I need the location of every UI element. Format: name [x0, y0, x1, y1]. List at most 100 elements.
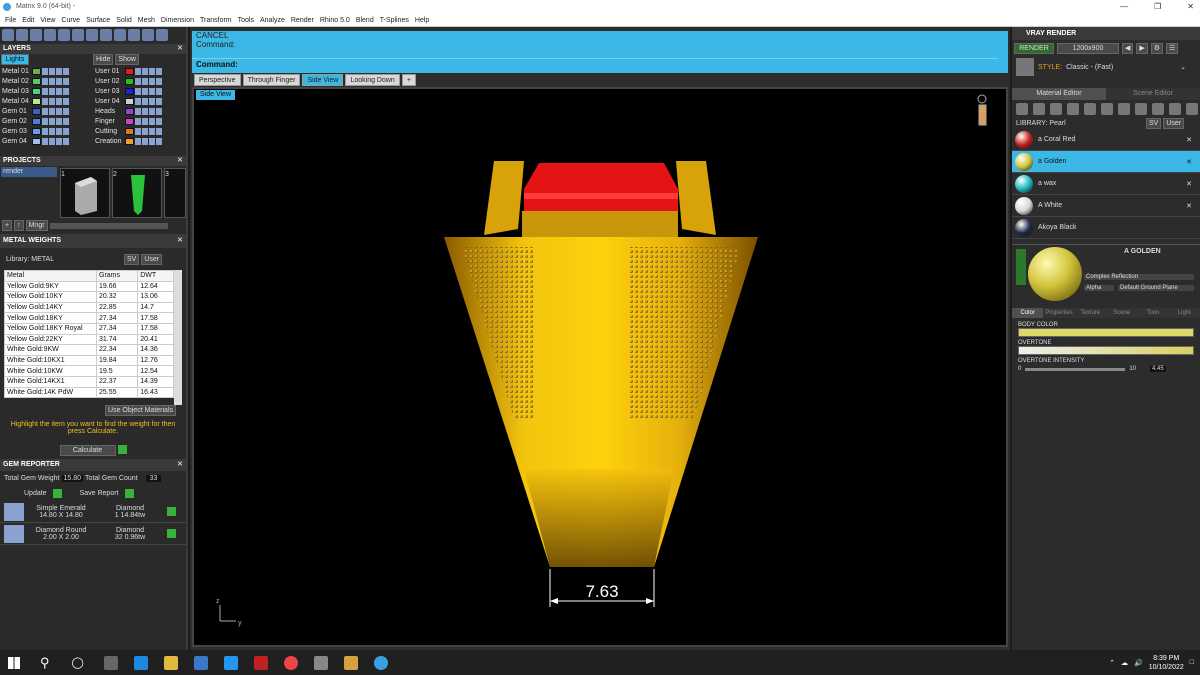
- layer-color-swatch[interactable]: [32, 87, 41, 95]
- layer-color-swatch[interactable]: [32, 117, 41, 125]
- layer-select-icon[interactable]: [56, 107, 62, 115]
- material-item[interactable]: a Coral Red ✕: [1012, 129, 1200, 151]
- tab-view[interactable]: Through Finger: [242, 74, 301, 86]
- chevron-down-icon[interactable]: ⌄: [1180, 63, 1186, 71]
- layer-select-icon[interactable]: [56, 87, 62, 95]
- gem-row[interactable]: Diamond Round 2.00 X 2.00 Diamond 32 0.96tw: [0, 523, 186, 545]
- calculate-button[interactable]: Calculate: [59, 445, 116, 456]
- tab-color[interactable]: Color: [1012, 308, 1044, 318]
- store-icon[interactable]: [193, 655, 208, 670]
- layer-option-icon[interactable]: [63, 97, 69, 105]
- rhino-icon[interactable]: [313, 655, 328, 670]
- material-tool-icon[interactable]: [1067, 102, 1079, 115]
- column-header[interactable]: DWT: [137, 270, 174, 282]
- toolbar-icon[interactable]: [58, 29, 70, 41]
- table-scrollbar[interactable]: [174, 270, 182, 405]
- material-tool-icon[interactable]: [1033, 102, 1045, 115]
- layer-row[interactable]: Gem 02: [0, 116, 93, 126]
- layer-option-icon[interactable]: [63, 127, 69, 135]
- layer-option-icon[interactable]: [63, 67, 69, 75]
- app-icon[interactable]: [253, 655, 268, 670]
- overtone-slider[interactable]: [1018, 346, 1194, 355]
- layer-color-swatch[interactable]: [125, 67, 134, 75]
- layer-option-icon[interactable]: [156, 87, 162, 95]
- matrix-icon[interactable]: [373, 655, 388, 670]
- material-tool-icon[interactable]: [1169, 102, 1181, 115]
- layer-select-icon[interactable]: [56, 97, 62, 105]
- task-view-icon[interactable]: ◯: [72, 656, 84, 669]
- layer-row[interactable]: Gem 01: [0, 106, 93, 116]
- layer-option-icon[interactable]: [63, 77, 69, 85]
- alpha-field[interactable]: Alpha: [1084, 285, 1114, 291]
- lock-icon[interactable]: [49, 127, 55, 135]
- project-item[interactable]: render: [1, 167, 57, 177]
- layer-row[interactable]: Heads: [93, 106, 186, 116]
- prev-icon[interactable]: ◀: [1122, 42, 1134, 54]
- menu-item[interactable]: Tools: [235, 14, 257, 26]
- tab-view[interactable]: Side View: [302, 74, 344, 86]
- remove-icon[interactable]: ✕: [1186, 136, 1192, 144]
- layer-row[interactable]: Gem 04: [0, 136, 93, 146]
- table-row[interactable]: White Gold:14KX1 22.37 14.39: [4, 375, 174, 388]
- lock-icon[interactable]: [142, 117, 148, 125]
- menu-item[interactable]: Transform: [197, 14, 235, 26]
- table-row[interactable]: Yellow Gold:9KY 19.66 12.64: [4, 280, 174, 293]
- layer-option-icon[interactable]: [156, 127, 162, 135]
- layer-row[interactable]: Creation: [93, 136, 186, 146]
- project-thumb[interactable]: 2: [112, 168, 162, 218]
- remove-icon[interactable]: ✕: [1186, 202, 1192, 210]
- windows-start-icon[interactable]: [8, 656, 20, 669]
- menu-item[interactable]: Mesh: [135, 14, 158, 26]
- chrome-icon[interactable]: [283, 655, 298, 670]
- close-icon[interactable]: ✕: [1187, 0, 1194, 14]
- light-icon[interactable]: [977, 94, 987, 126]
- layer-row[interactable]: Finger: [93, 116, 186, 126]
- layer-row[interactable]: User 04: [93, 96, 186, 106]
- remove-icon[interactable]: ✕: [1186, 180, 1192, 188]
- menu-item[interactable]: Solid: [113, 14, 135, 26]
- lock-icon[interactable]: [142, 107, 148, 115]
- toolbar-icon[interactable]: [114, 29, 126, 41]
- layer-option-icon[interactable]: [63, 137, 69, 145]
- tab-view[interactable]: Perspective: [194, 74, 241, 86]
- layer-color-swatch[interactable]: [125, 97, 134, 105]
- material-item[interactable]: Akoya Black: [1012, 217, 1200, 239]
- layer-row[interactable]: User 03: [93, 86, 186, 96]
- menu-item[interactable]: View: [37, 14, 58, 26]
- mail-icon[interactable]: [223, 655, 238, 670]
- material-item[interactable]: A White ✕: [1012, 195, 1200, 217]
- tab-texture[interactable]: Texture: [1074, 308, 1106, 318]
- eye-icon[interactable]: [42, 117, 48, 125]
- material-tool-icon[interactable]: [1135, 102, 1147, 115]
- reflection-select[interactable]: Complex Reflection: [1084, 274, 1194, 280]
- layer-select-icon[interactable]: [149, 77, 155, 85]
- lock-icon[interactable]: [49, 77, 55, 85]
- layer-select-icon[interactable]: [149, 87, 155, 95]
- lock-icon[interactable]: [142, 87, 148, 95]
- layer-select-icon[interactable]: [56, 77, 62, 85]
- lock-icon[interactable]: [49, 67, 55, 75]
- update-button[interactable]: Update: [24, 490, 47, 497]
- settings-icon[interactable]: ⚙: [1150, 42, 1164, 54]
- layer-select-icon[interactable]: [56, 137, 62, 145]
- material-item[interactable]: a wax ✕: [1012, 173, 1200, 195]
- layer-row[interactable]: Gem 03: [0, 126, 93, 136]
- layer-select-icon[interactable]: [56, 127, 62, 135]
- up-button[interactable]: ↑: [14, 220, 24, 231]
- eye-icon[interactable]: [135, 137, 141, 145]
- menu-item[interactable]: Curve: [58, 14, 83, 26]
- toolbar-icon[interactable]: [72, 29, 84, 41]
- body-color-slider[interactable]: [1018, 328, 1194, 337]
- eye-icon[interactable]: [135, 87, 141, 95]
- tab-light[interactable]: Light: [1168, 308, 1200, 318]
- notification-icon[interactable]: □: [1190, 659, 1194, 666]
- menu-item[interactable]: Analyze: [257, 14, 288, 26]
- user-button[interactable]: User: [141, 253, 163, 265]
- tab-toon[interactable]: Toon: [1137, 308, 1169, 318]
- menu-item[interactable]: Render: [288, 14, 317, 26]
- play-icon[interactable]: [124, 488, 134, 498]
- menu-item[interactable]: T-Splines: [377, 14, 412, 26]
- layer-color-swatch[interactable]: [32, 127, 41, 135]
- close-icon[interactable]: ✕: [177, 234, 183, 248]
- lock-icon[interactable]: [49, 87, 55, 95]
